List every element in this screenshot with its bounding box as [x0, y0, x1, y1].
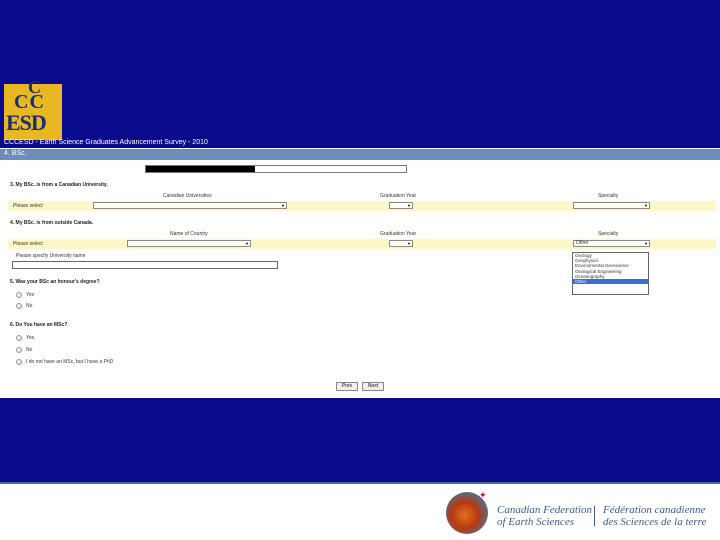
column-header-year: Graduation Year [380, 193, 417, 199]
specialty-selected-value: Other [576, 240, 589, 246]
country-select[interactable]: ▼ [127, 240, 251, 247]
prev-button[interactable]: Prev [336, 382, 358, 391]
cfes-name-english: Canadian Federation of Earth Sciences [497, 504, 592, 528]
cfes-name-french: Fédération canadienne des Sciences de la… [603, 504, 706, 528]
chevron-down-icon: ▼ [281, 203, 285, 208]
radio-yes[interactable] [16, 335, 22, 341]
survey-title: CCCESD - Earth Science Graduates Advance… [4, 139, 208, 146]
column-header-specialty: Specialty [598, 193, 619, 199]
chevron-down-icon: ▼ [644, 241, 648, 246]
q3-specialty-select[interactable]: ▼ [573, 202, 650, 209]
cfes-en-line: Canadian Federation [497, 504, 593, 516]
radio-no[interactable] [16, 303, 22, 309]
question-5-label: 5. Was your BSc an honour's degree? [10, 279, 100, 285]
canadian-university-select[interactable]: ▼ [93, 202, 287, 209]
next-button[interactable]: Next [362, 382, 384, 391]
maple-leaf-icon: ✦ [479, 490, 487, 500]
radio-no[interactable] [16, 347, 22, 353]
survey-form: 3. My BSc. is from a Canadian University… [0, 160, 720, 398]
specialty-dropdown-list: Geology Geophysics Environmental Geoscie… [572, 252, 649, 295]
section-header: 4. BSc. [0, 149, 720, 160]
cfes-globe-logo: ✦ [446, 490, 488, 534]
radio-label: Yes [26, 335, 35, 341]
logo-text: CC [14, 91, 45, 113]
section-label: 4. BSc. [4, 150, 27, 157]
q4-graduation-year-select[interactable]: ▼ [389, 240, 413, 247]
divider [594, 506, 595, 526]
chevron-down-icon: ▼ [407, 241, 411, 246]
radio-phd[interactable] [16, 359, 22, 365]
university-name-input[interactable] [12, 261, 278, 269]
please-select-label: Please select [13, 203, 43, 209]
question-3-label: 3. My BSc. is from a Canadian University… [10, 182, 108, 188]
specify-university-label: Please specify University name [16, 253, 86, 259]
radio-yes[interactable] [16, 292, 22, 298]
chevron-down-icon: ▼ [407, 203, 411, 208]
progress-bar [145, 165, 407, 173]
radio-label: No [26, 347, 33, 353]
dropdown-option-selected[interactable]: Other [573, 278, 648, 285]
column-header-country: Name of Country [170, 231, 208, 237]
radio-label: I do not have an MSc, but I have a PhD [26, 359, 114, 365]
question-6-label: 6. Do You have an MSc? [10, 322, 68, 328]
top-banner [0, 0, 720, 148]
please-select-label: Please select [13, 241, 43, 247]
radio-label: No [26, 303, 33, 309]
divider [0, 482, 720, 484]
cfes-fr-line: des Sciences de la terre [603, 516, 707, 528]
progress-fill [146, 166, 256, 172]
cfes-en-line: of Earth Sciences [497, 516, 574, 528]
chevron-down-icon: ▼ [245, 241, 249, 246]
bottom-banner [0, 398, 720, 482]
q4-specialty-select[interactable]: Other ▼ [573, 240, 650, 247]
column-header-university: Canadian Universities [163, 193, 212, 199]
q3-graduation-year-select[interactable]: ▼ [389, 202, 413, 209]
cfes-fr-line: Fédération canadienne [603, 504, 706, 516]
question-4-label: 4. My BSc. is from outside Canada. [10, 220, 94, 226]
column-header-year: Graduation Year [380, 231, 417, 237]
logo-text: ESD [6, 110, 47, 135]
column-header-specialty: Specialty [598, 231, 619, 237]
radio-label: Yes [26, 292, 35, 298]
chevron-down-icon: ▼ [644, 203, 648, 208]
ccesd-logo: C CC ESD [4, 78, 62, 140]
